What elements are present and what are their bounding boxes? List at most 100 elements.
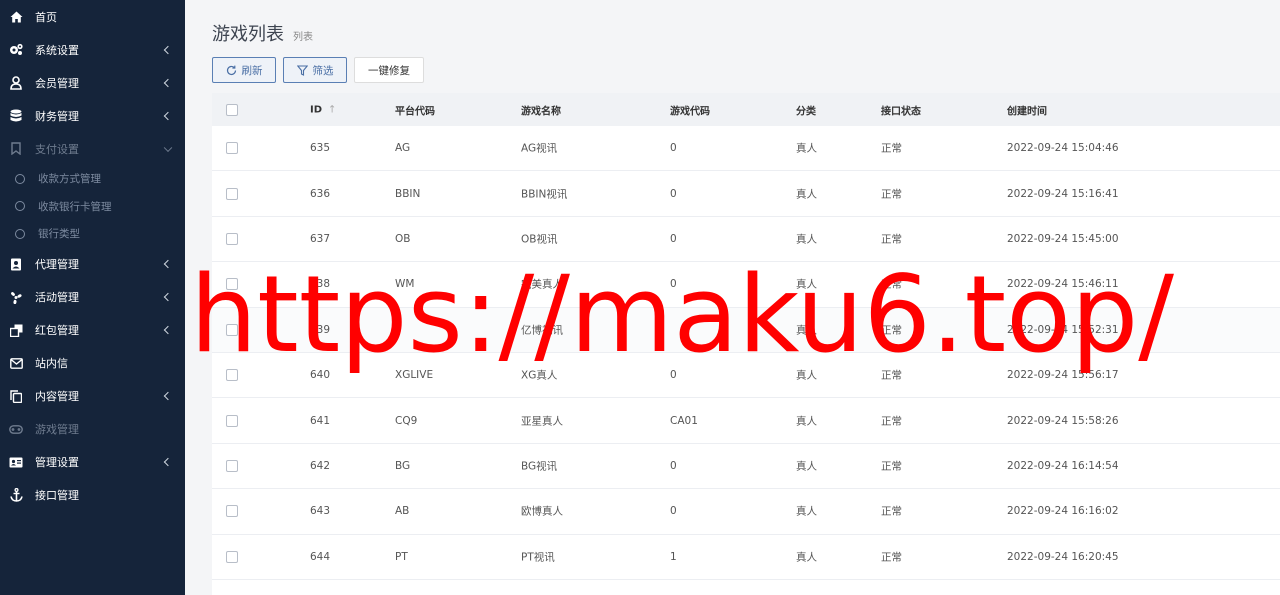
cell-code: 0 [670, 232, 677, 245]
sidebar-item-members[interactable]: 会员管理 [0, 66, 185, 99]
table-row[interactable]: 644 PT PT视讯 1 真人 正常 2022-09-24 16:20:45 [212, 535, 1280, 580]
sidebar-subitem-label: 银行类型 [38, 228, 80, 241]
table-row[interactable]: 643 AB 欧博真人 0 真人 正常 2022-09-24 16:16:02 [212, 489, 1280, 535]
chevron-left-icon [163, 78, 173, 87]
column-header-created: 创建时间 [1007, 106, 1047, 117]
row-checkbox[interactable] [226, 323, 238, 336]
select-all-checkbox[interactable] [226, 103, 238, 116]
cell-platform: BG [395, 459, 411, 472]
clone-icon [9, 323, 23, 337]
cell-created: 2022-09-24 15:56:17 [1007, 369, 1119, 382]
cell-created: 2022-09-24 15:16:41 [1007, 187, 1119, 200]
column-header-platform: 平台代码 [395, 106, 435, 117]
cell-name: BG视讯 [521, 460, 558, 473]
cell-category: 真人 [796, 415, 817, 428]
sidebar-item-agents[interactable]: 代理管理 [0, 248, 185, 281]
sidebar-item-label: 财务管理 [35, 109, 79, 123]
table-row[interactable]: 642 BG BG视讯 0 真人 正常 2022-09-24 16:14:54 [212, 444, 1280, 490]
repair-label: 一键修复 [368, 64, 410, 77]
sidebar-item-label: 系统设置 [35, 43, 79, 57]
cell-status: 正常 [881, 369, 902, 382]
table-row[interactable]: 635 AG AG视讯 0 真人 正常 2022-09-24 15:04:46 [212, 126, 1280, 172]
copy-icon [9, 389, 23, 403]
sidebar-subitem-label: 收款方式管理 [38, 173, 101, 186]
cell-created: 2022-09-24 15:58:26 [1007, 414, 1119, 427]
sidebar-subitem-payment-methods[interactable]: 收款方式管理 [0, 165, 185, 193]
column-header-id[interactable]: ID ↑ [310, 104, 336, 115]
cell-code: 0 [670, 505, 677, 518]
cell-id: 638 [310, 278, 331, 291]
filter-button[interactable]: 筛选 [283, 57, 347, 83]
sort-arrow-icon[interactable]: ↑ [328, 104, 336, 115]
chevron-left-icon [163, 111, 173, 120]
sidebar-item-admin-settings[interactable]: 管理设置 [0, 446, 185, 479]
cell-platform: BBIN [395, 187, 421, 200]
sidebar-subitem-label: 收款银行卡管理 [38, 200, 112, 213]
cell-status: 正常 [881, 505, 902, 518]
cell-created: 2022-09-24 15:46:11 [1007, 278, 1119, 291]
cell-platform: CQ9 [395, 414, 418, 427]
page-subtitle: 列表 [293, 32, 313, 43]
column-header-category: 分类 [796, 106, 816, 117]
chevron-left-icon [163, 45, 173, 54]
cell-code: 0 [670, 459, 677, 472]
cell-platform: XGLIVE [395, 369, 434, 382]
row-checkbox[interactable] [226, 232, 238, 245]
sidebar-item-label: 代理管理 [35, 258, 79, 271]
sidebar-item-games[interactable]: 游戏管理 [0, 413, 185, 446]
sidebar-item-activities[interactable]: 活动管理 [0, 281, 185, 314]
table-body: 635 AG AG视讯 0 真人 正常 2022-09-24 15:04:46 636 BBIN… [212, 126, 1280, 580]
row-checkbox[interactable] [226, 187, 238, 200]
cell-code: 0 [670, 278, 677, 291]
sidebar-subitem-bank-cards[interactable]: 收款银行卡管理 [0, 193, 185, 221]
row-checkbox[interactable] [226, 459, 238, 472]
page-title: 游戏列表 [212, 24, 284, 45]
circle-icon [15, 228, 25, 239]
sidebar-item-finance[interactable]: 财务管理 [0, 99, 185, 132]
column-header-code: 游戏代码 [670, 106, 710, 117]
table-row[interactable]: 638 WM 完美真人 0 真人 正常 2022-09-24 15:46:11 [212, 262, 1280, 308]
gamepad-icon [9, 422, 23, 436]
cell-status: 正常 [881, 278, 902, 291]
cell-name: BBIN视讯 [521, 188, 568, 201]
table-row[interactable]: 637 OB OB视讯 0 真人 正常 2022-09-24 15:45:00 [212, 217, 1280, 263]
cell-name: 欧博真人 [521, 505, 563, 518]
cell-code: 0 [670, 369, 677, 382]
refresh-button[interactable]: 刷新 [212, 57, 276, 83]
cell-code: 0 [670, 142, 677, 155]
row-checkbox[interactable] [226, 414, 238, 427]
sidebar-item-content[interactable]: 内容管理 [0, 380, 185, 413]
cell-name: XG真人 [521, 369, 558, 382]
cell-category: 真人 [796, 188, 817, 201]
cell-id: 643 [310, 505, 331, 518]
table-header: ID ↑ 平台代码 游戏名称 游戏代码 分类 接口状态 创建时间 [212, 93, 1280, 126]
row-checkbox[interactable] [226, 550, 238, 563]
row-checkbox[interactable] [226, 505, 238, 518]
cell-category: 真人 [796, 278, 817, 291]
sidebar-item-messages[interactable]: 站内信 [0, 347, 185, 380]
cell-category: 真人 [796, 142, 817, 155]
one-click-repair-button[interactable]: 一键修复 [354, 57, 424, 83]
sidebar-item-interfaces[interactable]: 接口管理 [0, 479, 185, 512]
cell-platform: WM [395, 278, 415, 291]
cell-status: 正常 [881, 324, 902, 337]
cell-category: 真人 [796, 324, 817, 337]
cell-status: 正常 [881, 233, 902, 246]
chevron-left-icon [163, 325, 173, 335]
row-checkbox[interactable] [226, 278, 238, 291]
cell-status: 正常 [881, 415, 902, 428]
table-row[interactable]: 636 BBIN BBIN视讯 0 真人 正常 2022-09-24 15:16:41 [212, 171, 1280, 217]
cell-name: 亚星真人 [521, 415, 563, 428]
row-checkbox[interactable] [226, 369, 238, 382]
cell-code: 1 [670, 550, 677, 563]
table-row[interactable]: 640 XGLIVE XG真人 0 真人 正常 2022-09-24 15:56:17 [212, 353, 1280, 399]
table-row[interactable]: 639 亿博视讯 真人 正常 2022-09-24 15:52:31 [212, 307, 1280, 353]
table-row[interactable]: 641 CQ9 亚星真人 CA01 真人 正常 2022-09-24 15:58:26 [212, 398, 1280, 444]
sidebar-subitem-bank-types[interactable]: 银行类型 [0, 220, 185, 248]
sidebar-item-payment-settings[interactable]: 支付设置 [0, 132, 185, 165]
sidebar-item-red-packets[interactable]: 红包管理 [0, 314, 185, 347]
sidebar-item-system-settings[interactable]: 系统设置 [0, 33, 185, 66]
sidebar-item-home[interactable]: 首页 [0, 0, 185, 33]
row-checkbox[interactable] [226, 142, 238, 155]
filter-icon [296, 64, 308, 76]
